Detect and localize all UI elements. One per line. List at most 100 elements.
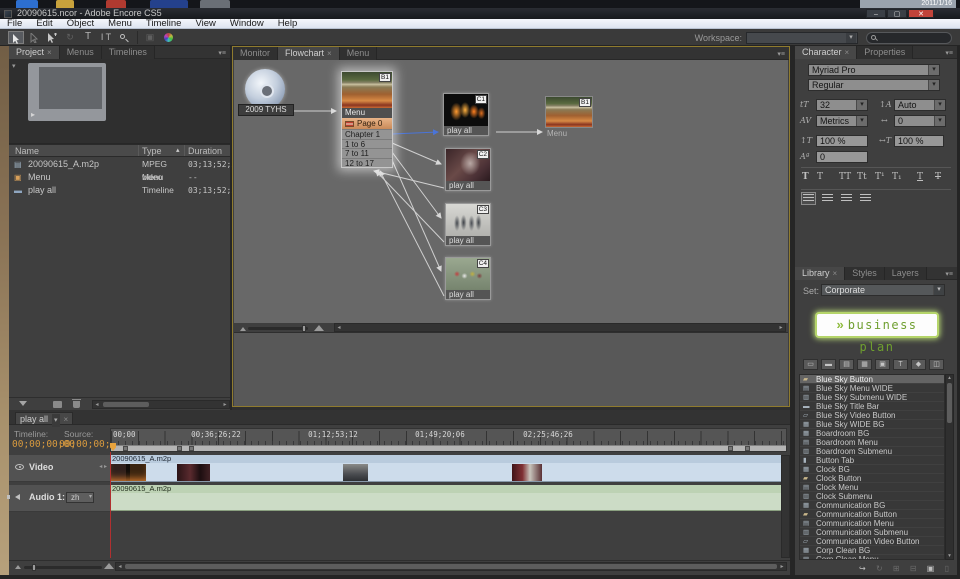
zoom-in-icon[interactable] <box>314 325 324 331</box>
asset-row[interactable]: 20090615_A.m2p MPEG video 03;13;52;23 <box>9 158 230 171</box>
column-type[interactable]: Type <box>142 145 162 157</box>
timeline-node-c1[interactable]: C1 play all <box>443 93 489 136</box>
title-bar[interactable]: 20090615.ncor - Adobe Encore CS5 – ▢ ✕ <box>0 8 960 19</box>
disc-node-label[interactable]: 2009 TYHS <box>238 104 294 116</box>
filter-icon[interactable] <box>19 401 27 406</box>
leading-dropdown[interactable]: Auto <box>894 99 946 111</box>
speaker-icon[interactable] <box>15 494 20 500</box>
font-size-dropdown[interactable]: 32 <box>816 99 868 111</box>
menu-ref-node[interactable]: B1 <box>545 96 593 128</box>
superscript-icon[interactable]: T¹ <box>875 172 885 182</box>
filter-layersets-icon[interactable]: ▣ <box>875 359 890 370</box>
zoom-out-icon[interactable] <box>15 565 21 569</box>
flowchart-hscrollbar[interactable]: ◂▸ <box>334 323 786 332</box>
replace-icon[interactable]: ↻ <box>876 564 883 573</box>
menu-link-row[interactable]: Chapter 1 <box>342 129 392 139</box>
faux-italic-icon[interactable]: T <box>817 172 823 182</box>
preview-wheel-icon[interactable] <box>164 33 173 42</box>
library-item[interactable]: Communication Button <box>800 510 944 519</box>
library-vscrollbar[interactable]: ▴▾ <box>945 374 954 560</box>
text-tool-icon[interactable]: T <box>80 31 96 44</box>
library-item[interactable]: Blue Sky WIDE BG <box>800 420 944 429</box>
kerning-dropdown[interactable]: Metrics <box>816 115 868 127</box>
timeline-vscrollbar[interactable] <box>781 455 790 558</box>
all-caps-icon[interactable]: TT <box>839 172 851 182</box>
menu-node[interactable]: B1 Menu Page 0 Chapter 11 to 67 to 1112 … <box>341 71 393 168</box>
eye-icon[interactable] <box>15 464 24 470</box>
library-item[interactable]: Clock BG <box>800 465 944 474</box>
library-item[interactable]: Corp Clean BG <box>800 546 944 555</box>
play-icon[interactable]: ▸ <box>31 110 35 119</box>
library-item[interactable]: Blue Sky Menu WIDE <box>800 384 944 393</box>
work-area-bar[interactable] <box>111 445 786 451</box>
filter-replace-icon[interactable]: ◫ <box>929 359 944 370</box>
zoom-in-icon[interactable] <box>104 563 114 569</box>
filter-text-icon[interactable]: ▬ <box>821 359 836 370</box>
library-item[interactable]: Blue Sky Button <box>800 375 944 384</box>
library-item[interactable]: Communication BG <box>800 501 944 510</box>
library-item[interactable]: Boardroom Menu <box>800 438 944 447</box>
taskbar-icon[interactable] <box>56 0 74 8</box>
chapter-marker[interactable] <box>745 446 750 451</box>
library-item[interactable]: Communication Submenu <box>800 528 944 537</box>
workspace-dropdown[interactable] <box>746 32 858 44</box>
tab-character[interactable]: Character× <box>795 46 857 59</box>
panel-menu-icon[interactable]: ▾≡ <box>777 50 785 58</box>
strikethrough-icon[interactable]: T <box>935 172 941 182</box>
playhead-line[interactable] <box>110 452 111 558</box>
menu-item[interactable]: Timeline <box>139 19 189 29</box>
new-item-icon[interactable]: ▣ <box>927 564 935 573</box>
library-item[interactable]: Boardroom BG <box>800 429 944 438</box>
place-icon[interactable]: ↪ <box>859 564 866 573</box>
menu-item[interactable]: File <box>0 19 29 29</box>
filter-images-icon[interactable]: ▤ <box>839 359 854 370</box>
audio-clip[interactable]: 20090615_A.m2p <box>110 485 787 511</box>
filter-type-icon[interactable]: T <box>893 359 908 370</box>
timeline-zoom-slider[interactable] <box>24 566 102 569</box>
audio-track-header[interactable]: Audio 1: zh <box>9 485 110 512</box>
column-duration[interactable]: Duration <box>188 145 222 157</box>
tracking-dropdown[interactable]: 0 <box>894 115 946 127</box>
filter-shapes-icon[interactable]: ◆ <box>911 359 926 370</box>
new-submenu-icon[interactable]: ⊟ <box>910 564 917 573</box>
maximize-button[interactable]: ▢ <box>887 9 907 18</box>
subscript-icon[interactable]: T₁ <box>892 172 902 182</box>
collapse-icon[interactable]: ▾ <box>12 62 16 70</box>
tab-menu[interactable]: Menu <box>340 47 378 60</box>
library-item[interactable]: Clock Submenu <box>800 492 944 501</box>
vertical-scale-field[interactable]: 100 % <box>816 135 868 147</box>
timeline-ruler[interactable]: 00;00 00;36;26;22 01;12;53;12 01;49;20;0… <box>110 428 787 452</box>
library-item[interactable]: Communication Menu <box>800 519 944 528</box>
menu-link-row[interactable]: 12 to 17 <box>342 158 392 168</box>
sort-arrow-icon[interactable]: ▴ <box>176 145 180 157</box>
align-justify-icon[interactable] <box>859 193 872 204</box>
align-center-icon[interactable] <box>821 193 834 204</box>
library-item[interactable]: Blue Sky Submenu WIDE <box>800 393 944 402</box>
font-style-dropdown[interactable]: Regular <box>808 79 940 91</box>
tab-monitor[interactable]: Monitor <box>233 47 278 60</box>
rotate-tool-icon[interactable]: ↻ <box>62 31 78 44</box>
tab-timelines[interactable]: Timelines <box>102 46 155 59</box>
filter-buttons-icon[interactable]: ▭ <box>803 359 818 370</box>
close-button[interactable]: ✕ <box>908 9 934 18</box>
chapter-marker[interactable] <box>177 446 182 451</box>
project-hscrollbar[interactable]: ◂▸ <box>92 400 230 409</box>
timeline-hscrollbar[interactable]: ◂▸ <box>115 562 787 571</box>
timeline-node-c4[interactable]: C4 play all <box>445 257 491 300</box>
timeline-node-c3[interactable]: C3 play all <box>445 203 491 246</box>
library-item[interactable]: Button Tab <box>800 456 944 465</box>
video-track-header[interactable]: Video ◂ ▸ <box>9 455 110 482</box>
panel-menu-icon[interactable]: ▾≡ <box>945 49 953 57</box>
library-item[interactable]: Blue Sky Title Bar <box>800 402 944 411</box>
panel-menu-icon[interactable]: ▾≡ <box>945 270 953 278</box>
menu-link-row[interactable]: 7 to 11 <box>342 148 392 158</box>
tab-flowchart[interactable]: Flowchart× <box>278 47 340 60</box>
tab-play-all-timeline[interactable]: play all▾× <box>15 412 73 425</box>
snap-icon[interactable]: ▣ <box>142 31 158 44</box>
tab-menus[interactable]: Menus <box>60 46 102 59</box>
new-item-icon[interactable] <box>53 401 62 408</box>
library-item[interactable]: Boardroom Submenu <box>800 447 944 456</box>
menu-item[interactable]: Help <box>271 19 305 29</box>
zoom-tool-icon[interactable] <box>116 31 132 44</box>
asset-row[interactable]: play all Timeline 03;13;52;23 <box>9 184 230 197</box>
